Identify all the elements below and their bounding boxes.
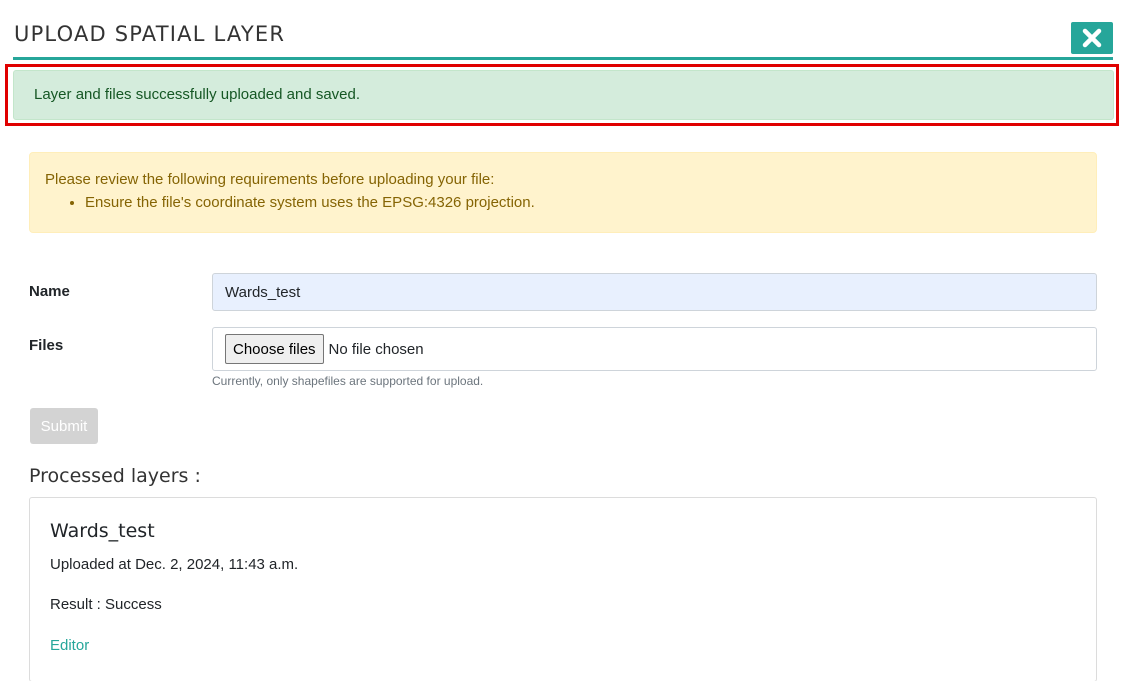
submit-button[interactable]: Submit <box>30 408 98 444</box>
file-input[interactable]: Choose files No file chosen <box>212 327 1097 371</box>
requirements-list: Ensure the file's coordinate system uses… <box>85 194 1081 212</box>
requirements-intro: Please review the following requirements… <box>45 171 495 188</box>
title-divider <box>13 57 1113 60</box>
processed-layers-heading: Processed layers : <box>29 465 201 487</box>
files-help-text: Currently, only shapefiles are supported… <box>212 374 484 388</box>
close-button[interactable] <box>1071 22 1113 54</box>
requirement-item: Ensure the file's coordinate system uses… <box>85 194 1081 212</box>
layer-upload-date: Uploaded at Dec. 2, 2024, 11:43 a.m. <box>50 556 299 573</box>
success-message: Layer and files successfully uploaded an… <box>34 86 361 103</box>
close-icon <box>1082 28 1102 48</box>
editor-link[interactable]: Editor <box>50 637 89 654</box>
layer-result: Result : Success <box>50 596 162 613</box>
choose-files-button[interactable]: Choose files <box>225 334 324 364</box>
requirements-alert: Please review the following requirements… <box>29 152 1097 233</box>
layer-name: Wards_test <box>50 520 155 542</box>
layer-card: Wards_test Uploaded at Dec. 2, 2024, 11:… <box>29 497 1097 681</box>
files-label: Files <box>29 337 64 354</box>
file-status: No file chosen <box>328 340 424 358</box>
name-input[interactable] <box>212 273 1097 311</box>
success-alert: Layer and files successfully uploaded an… <box>13 70 1114 120</box>
name-label: Name <box>29 283 70 300</box>
page-title: UPLOAD SPATIAL LAYER <box>14 22 286 46</box>
